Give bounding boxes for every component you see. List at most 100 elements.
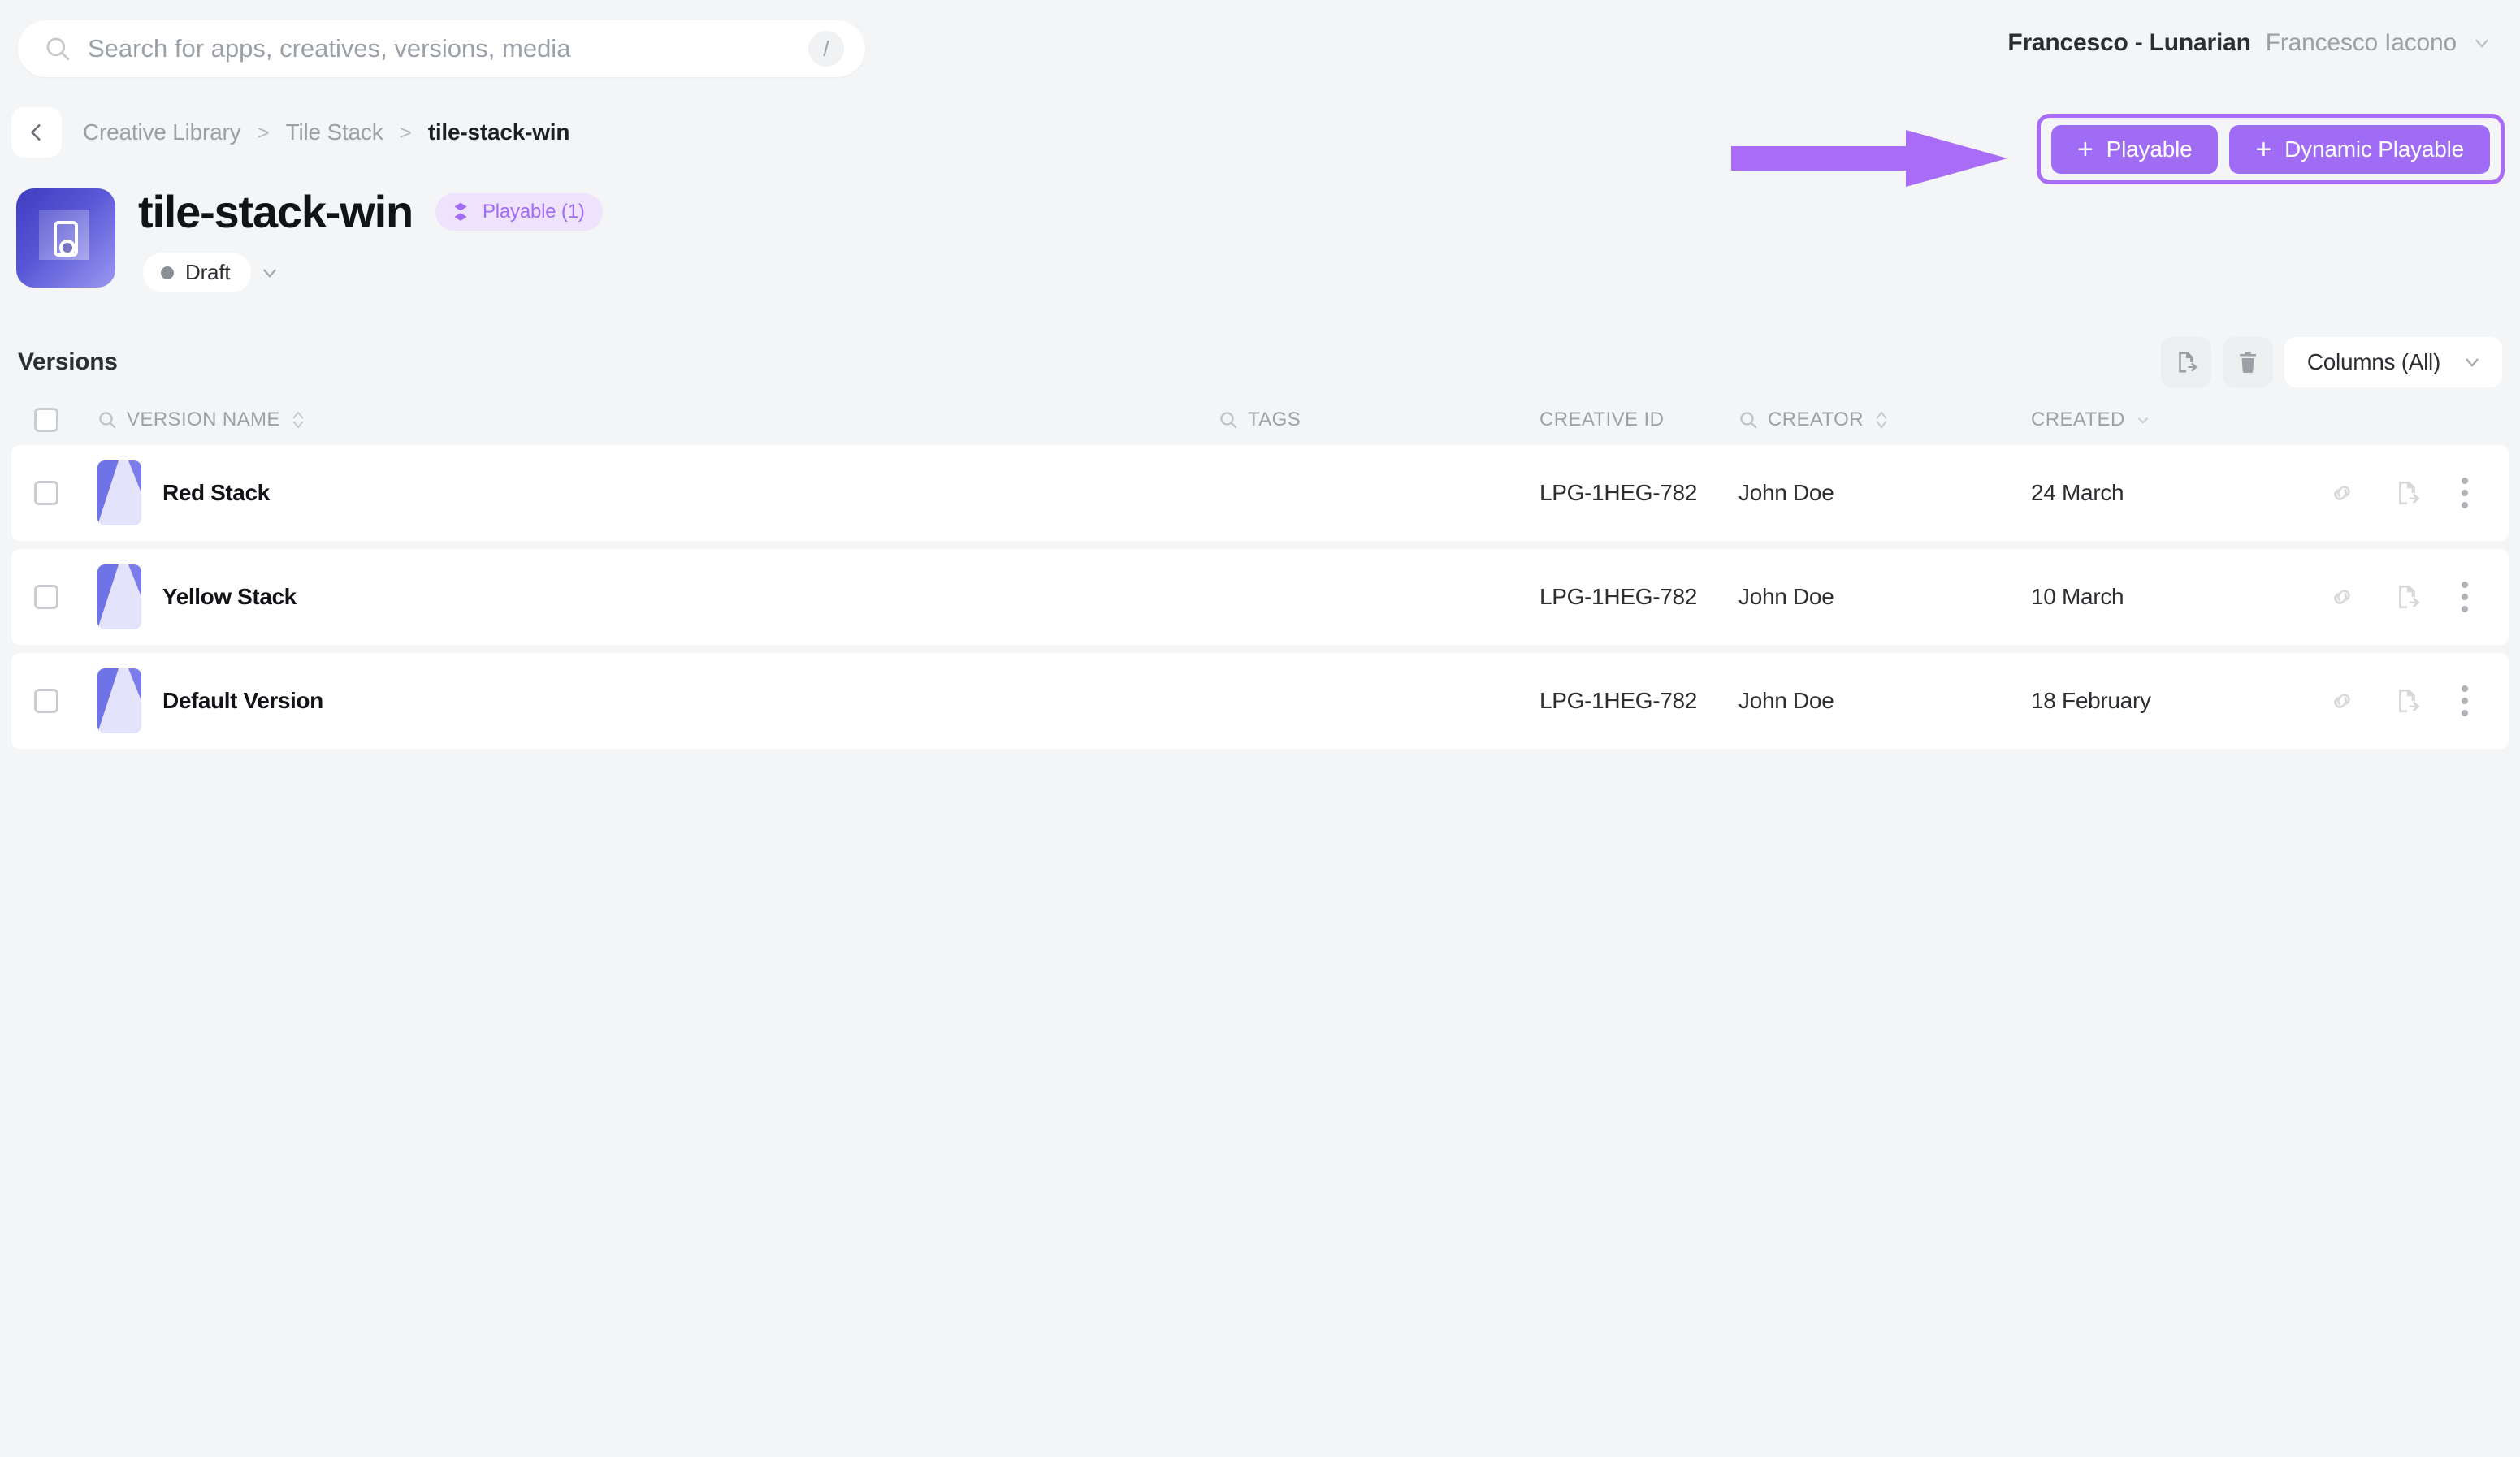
- kebab-menu-icon[interactable]: [2458, 474, 2471, 512]
- plus-icon: +: [2077, 134, 2094, 165]
- org-name: Francesco - Lunarian: [2007, 29, 2251, 56]
- status-dot-icon: [161, 266, 174, 279]
- select-all-cell: [34, 408, 97, 432]
- breadcrumb-separator: >: [399, 119, 412, 145]
- column-header-label: CREATED: [2031, 409, 2125, 430]
- version-name: Yellow Stack: [162, 584, 297, 609]
- version-name: Default Version: [162, 688, 323, 713]
- delete-versions-button[interactable]: [2222, 337, 2273, 387]
- creative-id: LPG-1HEG-782: [1539, 688, 1698, 713]
- search-icon: [1740, 412, 1757, 429]
- breadcrumb-item-current: tile-stack-win: [427, 119, 570, 145]
- page-title: tile-stack-win: [138, 186, 414, 237]
- search-icon: [46, 37, 70, 61]
- column-header-label: CREATOR: [1768, 409, 1864, 430]
- draft-status-pill[interactable]: Draft: [143, 253, 252, 292]
- table-row[interactable]: Yellow Stack LPG-1HEG-782 John Doe 10 Ma…: [11, 549, 2509, 645]
- search-icon: [99, 412, 116, 429]
- table-row[interactable]: Red Stack LPG-1HEG-782 John Doe 24 March: [11, 445, 2509, 541]
- header-actions: + Playable + Dynamic Playable: [2051, 125, 2491, 174]
- link-icon[interactable]: [2328, 583, 2356, 611]
- column-header-version-name[interactable]: VERSION NAME: [97, 409, 306, 431]
- search-shortcut-badge: /: [808, 31, 844, 67]
- thumbnail-shape: [97, 668, 119, 733]
- thumbnail-shape-secondary: [128, 564, 141, 597]
- chevron-left-icon: [31, 124, 41, 141]
- thumbnail-shape: [97, 564, 119, 629]
- status-chevron-down-icon[interactable]: [259, 262, 280, 283]
- add-dynamic-playable-label: Dynamic Playable: [2284, 136, 2465, 162]
- add-playable-label: Playable: [2106, 136, 2193, 162]
- columns-select-label: Columns (All): [2306, 349, 2440, 374]
- status-badge: Playable (1): [435, 192, 603, 231]
- trash-icon: [2239, 352, 2256, 373]
- chevron-down-icon: [2475, 39, 2488, 48]
- export-versions-button[interactable]: [2160, 337, 2211, 387]
- add-dynamic-playable-button[interactable]: + Dynamic Playable: [2229, 125, 2491, 174]
- select-all-checkbox[interactable]: [34, 408, 58, 432]
- creator-name: John Doe: [1738, 480, 1834, 505]
- phone-icon: [54, 221, 78, 257]
- versions-title: Versions: [18, 348, 118, 375]
- breadcrumb-item-tile-stack[interactable]: Tile Stack: [286, 119, 383, 145]
- column-header-creator[interactable]: CREATOR: [1738, 409, 2031, 431]
- breadcrumb-separator: >: [257, 119, 270, 145]
- version-thumbnail: [97, 668, 141, 733]
- search-input[interactable]: [71, 34, 808, 63]
- kebab-menu-icon[interactable]: [2458, 578, 2471, 616]
- account-menu[interactable]: Francesco - Lunarian Francesco Iacono: [2007, 29, 2492, 57]
- row-checkbox[interactable]: [34, 585, 58, 609]
- creator-name: John Doe: [1738, 584, 1834, 609]
- link-icon[interactable]: [2328, 687, 2356, 715]
- column-header-label: TAGS: [1248, 409, 1301, 430]
- column-header-label: VERSION NAME: [127, 409, 280, 430]
- version-thumbnail: [97, 564, 141, 629]
- sort-icon[interactable]: [1873, 409, 1890, 430]
- column-header-label: CREATIVE ID: [1539, 409, 1665, 430]
- file-export-icon[interactable]: [2393, 583, 2421, 611]
- columns-select[interactable]: Columns (All): [2284, 337, 2502, 387]
- status-badge-label: Playable (1): [482, 200, 585, 223]
- mobile-app-icon: [16, 188, 115, 288]
- creative-id: LPG-1HEG-782: [1539, 480, 1698, 505]
- add-playable-button[interactable]: + Playable: [2051, 125, 2219, 174]
- column-header-creative-id: CREATIVE ID: [1539, 409, 1738, 431]
- created-date: 24 March: [2031, 480, 2124, 505]
- file-export-icon: [2179, 352, 2197, 373]
- user-name: Francesco Iacono: [2265, 29, 2457, 56]
- created-date: 18 February: [2031, 688, 2151, 713]
- creator-name: John Doe: [1738, 688, 1834, 713]
- draft-status-label: Draft: [185, 260, 231, 284]
- top-bar: / Francesco - Lunarian Francesco Iacono: [0, 0, 2520, 97]
- breadcrumb: Creative Library > Tile Stack > tile-sta…: [83, 119, 569, 145]
- table-header-row: VERSION NAME TAGS CREATIVE ID CREATOR CR…: [11, 395, 2509, 445]
- plus-icon: +: [2255, 134, 2272, 165]
- column-header-created[interactable]: CREATED: [2031, 409, 2299, 431]
- page-header: tile-stack-win Playable (1) Draft: [0, 167, 2520, 292]
- kebab-menu-icon[interactable]: [2458, 682, 2471, 720]
- breadcrumb-item-creative-library[interactable]: Creative Library: [83, 119, 241, 145]
- back-button[interactable]: [11, 107, 62, 158]
- global-search[interactable]: /: [18, 20, 865, 77]
- thumbnail-shape-secondary: [128, 668, 141, 701]
- table-row[interactable]: Default Version LPG-1HEG-782 John Doe 18…: [11, 653, 2509, 749]
- sort-icon[interactable]: [290, 409, 306, 430]
- chevron-down-icon[interactable]: [2135, 409, 2151, 430]
- search-shortcut-key: /: [823, 37, 829, 61]
- file-export-icon[interactable]: [2393, 687, 2421, 715]
- link-icon[interactable]: [2328, 479, 2356, 507]
- thumbnail-shape: [97, 460, 119, 525]
- row-checkbox[interactable]: [34, 481, 58, 505]
- versions-toolbar: Versions Columns (All): [0, 333, 2520, 391]
- versions-table: VERSION NAME TAGS CREATIVE ID CREATOR CR…: [0, 395, 2520, 749]
- chevron-down-icon: [2466, 358, 2479, 367]
- thumbnail-shape-secondary: [128, 460, 141, 493]
- stacked-diamond-icon: [454, 202, 467, 221]
- version-thumbnail: [97, 460, 141, 525]
- creative-id: LPG-1HEG-782: [1539, 584, 1698, 609]
- file-export-icon[interactable]: [2393, 479, 2421, 507]
- row-checkbox[interactable]: [34, 689, 58, 713]
- created-date: 10 March: [2031, 584, 2124, 609]
- column-header-tags[interactable]: TAGS: [1219, 409, 1539, 431]
- version-name: Red Stack: [162, 480, 270, 505]
